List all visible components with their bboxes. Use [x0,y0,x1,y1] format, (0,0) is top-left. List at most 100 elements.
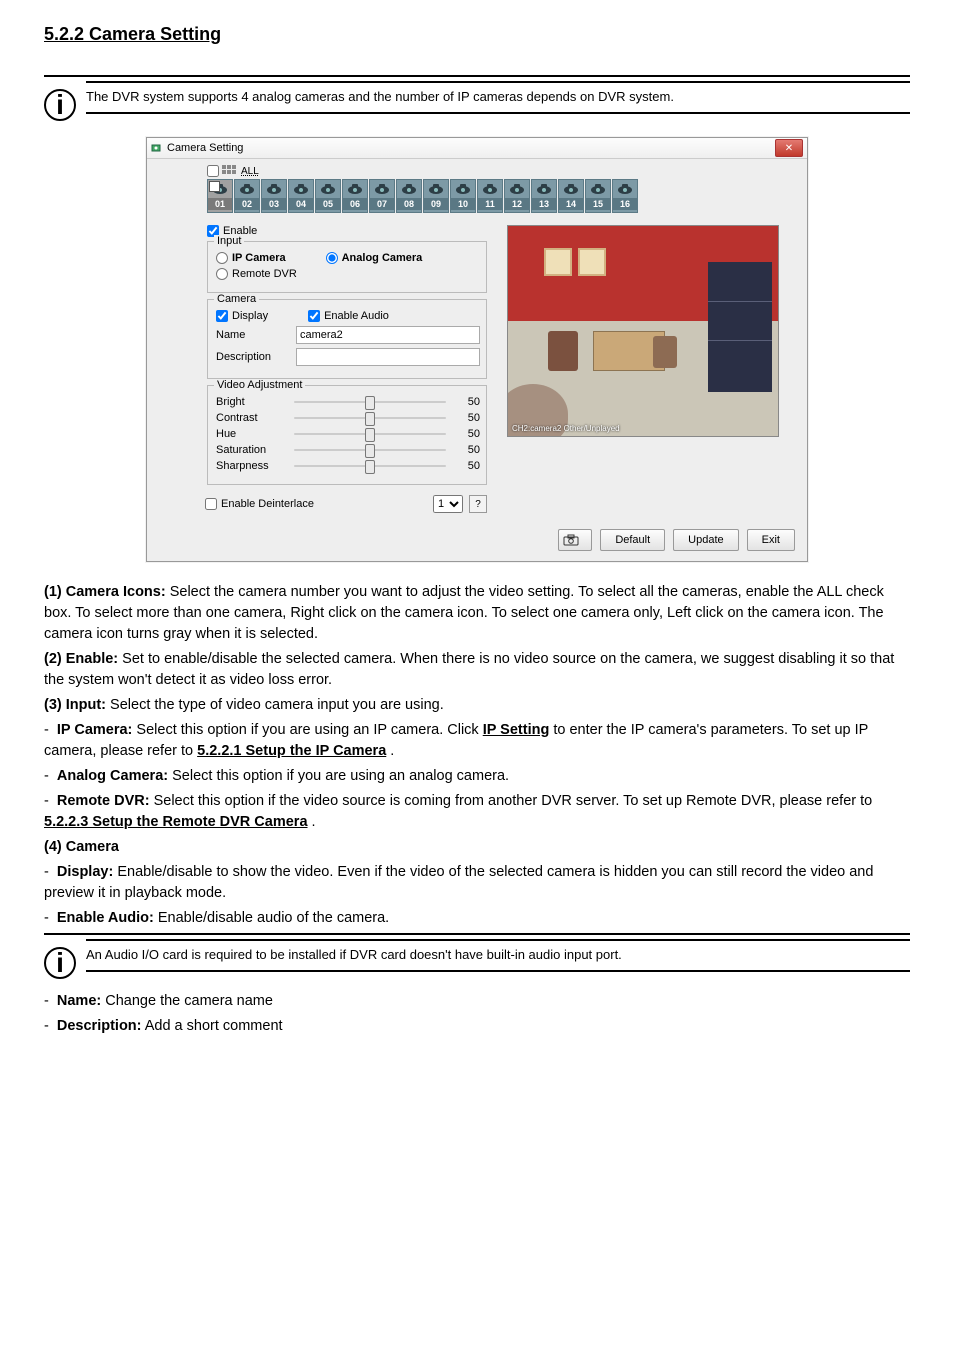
deinterlace-select[interactable]: 1 [433,495,463,513]
ref-5223: 5.2.2.3 Setup the Remote DVR Camera [44,814,308,830]
camera-tab-15[interactable]: ✓15 [585,179,611,213]
all-checkbox[interactable] [207,165,219,177]
camera-tab-13[interactable]: ✓13 [531,179,557,213]
camera-legend: Camera [214,293,259,305]
camera-icon [344,180,366,198]
camera-icons-row: ALL ✓01✓02✓03✓04✓05✓06✓07✓08✓09✓10✓11✓12… [207,165,638,213]
snapshot-button[interactable] [558,529,592,551]
default-button[interactable]: Default [600,529,665,551]
dialog-titlebar: Camera Setting ✕ [147,138,807,159]
camera-tabs: ✓01✓02✓03✓04✓05✓06✓07✓08✓09✓10✓11✓12✓13✓… [207,179,638,213]
bright-value: 50 [454,396,480,408]
deinterlace-help-button[interactable]: ? [469,495,487,513]
input-analog-radio[interactable]: Analog Camera [326,252,423,264]
camera-tab-08[interactable]: ✓08 [396,179,422,213]
camera-tab-07[interactable]: ✓07 [369,179,395,213]
saturation-slider[interactable] [294,449,446,451]
contrast-value: 50 [454,412,480,424]
camera-tab-09[interactable]: ✓09 [423,179,449,213]
dialog-footer: Default Update Exit [147,521,807,561]
camera-tab-number: 08 [397,198,421,210]
camera-icon [398,180,420,198]
bright-slider[interactable] [294,401,446,403]
camera-tab-number: 16 [613,198,637,210]
camera-tab-16[interactable]: ✓16 [612,179,638,213]
camera-fieldset: Camera Display Enable Audio [207,299,487,379]
camera-icon [452,180,474,198]
camera-icon [263,180,285,198]
all-icon [222,165,238,177]
info-note-top: i The DVR system supports 4 analog camer… [44,75,910,125]
ipcamera-radio-input[interactable] [216,252,228,264]
camera-tab-06[interactable]: ✓06 [342,179,368,213]
camera-tab-10[interactable]: ✓10 [450,179,476,213]
camera-icon [506,180,528,198]
camera-icon [479,180,501,198]
camera-icon [290,180,312,198]
deinterlace-checkbox[interactable] [205,498,217,510]
exit-button[interactable]: Exit [747,529,795,551]
item-3-label: (3) Input: [44,697,106,713]
camera-icon [236,180,258,198]
item-4a-label: Display: [57,864,113,880]
camera-tab-14[interactable]: ✓14 [558,179,584,213]
sharpness-slider[interactable] [294,465,446,467]
deinterlace-toggle[interactable]: Enable Deinterlace [205,498,314,510]
camera-name-input[interactable] [296,326,480,344]
camera-icon [425,180,447,198]
enable-audio-toggle[interactable]: Enable Audio [308,310,389,322]
camera-tab-number: 04 [289,198,313,210]
input-ipcamera-radio[interactable]: IP Camera [216,252,286,264]
enable-audio-checkbox[interactable] [308,310,320,322]
analog-radio-input[interactable] [326,252,338,264]
camera-description-input[interactable] [296,348,480,366]
deinterlace-label: Enable Deinterlace [221,498,314,510]
ip-setting-link[interactable]: IP Setting [483,722,550,738]
camera-icon [317,180,339,198]
item-4c-text: Change the camera name [105,993,273,1009]
remote-radio-input[interactable] [216,268,228,280]
camera-tab-number: 06 [343,198,367,210]
right-panel: CH2:camera2 Other/Unplayed [507,169,795,513]
info-icon: i [44,89,76,121]
item-3c-label: Remote DVR: [57,793,150,809]
item-3c-text-c: . [312,814,316,830]
item-4d-text: Add a short comment [145,1018,283,1034]
camera-icon [563,534,579,546]
description-label: Description [216,351,286,363]
display-checkbox[interactable] [216,310,228,322]
hue-slider[interactable] [294,433,446,435]
info-note-bottom: i An Audio I/O card is required to be in… [44,933,910,983]
contrast-slider[interactable] [294,417,446,419]
all-cameras-toggle[interactable]: ALL [207,165,638,177]
info-icon: i [44,947,76,979]
camera-tab-01[interactable]: ✓01 [207,179,233,213]
info-note-bottom-text: An Audio I/O card is required to be inst… [86,939,910,972]
camera-tab-number: 02 [235,198,259,210]
item-1-text: Select the camera number you want to adj… [44,584,884,642]
item-3-text: Select the type of video camera input yo… [110,697,444,713]
input-remote-radio[interactable]: Remote DVR [216,268,297,280]
item-3b-text: Select this option if you are using an a… [172,768,509,784]
camera-setting-dialog: Camera Setting ✕ ALL ✓01✓02✓03✓04✓05✓06✓… [146,137,808,562]
update-button[interactable]: Update [673,529,738,551]
camera-tab-02[interactable]: ✓02 [234,179,260,213]
camera-tab-number: 03 [262,198,286,210]
display-toggle[interactable]: Display [216,310,268,322]
page: 5.2.2 Camera Setting i The DVR system su… [0,0,954,1071]
camera-tab-12[interactable]: ✓12 [504,179,530,213]
item-3b-label: Analog Camera: [57,768,168,784]
camera-preview: CH2:camera2 Other/Unplayed [507,225,779,437]
camera-tab-11[interactable]: ✓11 [477,179,503,213]
camera-tab-04[interactable]: ✓04 [288,179,314,213]
close-button[interactable]: ✕ [775,139,803,157]
item-3a-text-c: . [390,743,394,759]
enable-camera-toggle[interactable]: Enable [207,225,487,237]
video-adjustment-fieldset: Video Adjustment Bright 50 Contrast 50 [207,385,487,485]
camera-tab-05[interactable]: ✓05 [315,179,341,213]
camera-icon [614,180,636,198]
item-4c-label: Name: [57,993,101,1009]
camera-tab-03[interactable]: ✓03 [261,179,287,213]
video-adjustment-legend: Video Adjustment [214,379,305,391]
camera-tab-number: 13 [532,198,556,210]
